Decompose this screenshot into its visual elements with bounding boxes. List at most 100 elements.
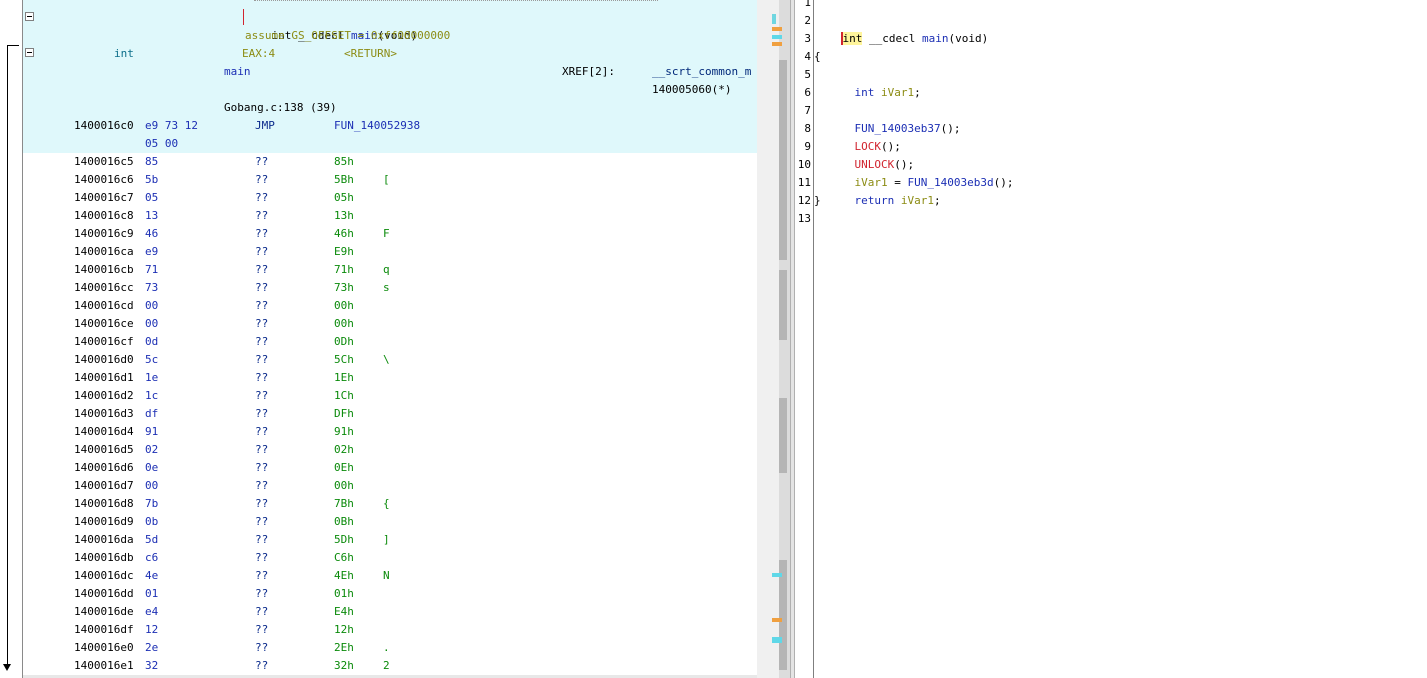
listing-row[interactable]: 1400016da 5d?? 5Dh] — [0, 531, 757, 549]
row-mnemonic: ?? — [255, 641, 269, 654]
row-address[interactable]: 1400016cd — [74, 297, 134, 315]
row-address[interactable]: 1400016c7 — [74, 189, 134, 207]
listing-row[interactable]: 1400016c8 13?? 13h — [0, 207, 757, 225]
function-signature[interactable]: int __cdecl main(void) — [245, 9, 418, 42]
function-label[interactable]: main — [224, 63, 251, 81]
listing-row[interactable]: 1400016d0 5c?? 5Ch \ — [0, 351, 757, 369]
collapse-signature-icon[interactable] — [25, 12, 34, 21]
row-byte: 01 — [145, 587, 159, 600]
jmp-address[interactable]: 1400016c0 — [74, 117, 134, 135]
listing-row[interactable]: 1400016e0 2e?? 2Eh. — [0, 639, 757, 657]
decl-variable[interactable]: iVar1 — [881, 86, 914, 99]
listing-row[interactable]: 1400016cd 00?? 00h — [0, 297, 757, 315]
listing-row[interactable]: 1400016c7 05?? 05h — [0, 189, 757, 207]
decomp-function-name[interactable]: main — [922, 32, 949, 45]
row-address[interactable]: 1400016dd — [74, 585, 134, 603]
decomp-unlock-line[interactable]: UNLOCK(); — [828, 138, 915, 171]
row-address[interactable]: 1400016e1 — [74, 657, 134, 675]
row-mnemonic: ?? — [255, 407, 269, 420]
listing-row[interactable]: 1400016df 12?? 12h — [0, 621, 757, 639]
listing-row[interactable]: 1400016de e4?? E4h — [0, 603, 757, 621]
row-value: 01h — [334, 587, 354, 600]
row-address[interactable]: 1400016d0 — [74, 351, 134, 369]
listing-row[interactable]: 1400016c9 46?? 46h F — [0, 225, 757, 243]
row-address[interactable]: 1400016db — [74, 549, 134, 567]
line-number: 10 — [797, 158, 811, 171]
listing-row[interactable]: 1400016e1 32?? 32h 2 — [0, 657, 757, 675]
row-mnemonic: ?? — [255, 533, 269, 546]
decomp-lock-line[interactable]: LOCK(); — [828, 120, 901, 153]
row-address[interactable]: 1400016cb — [74, 261, 134, 279]
decompiler-pane[interactable]: 1 2 3 4 5 6 7 8 9 10 11 12 13 int __cdecl main(void)… — [795, 0, 1427, 678]
listing-row[interactable]: 1400016d6 0e?? 0Eh — [0, 459, 757, 477]
listing-row[interactable]: 1400016c5 85?? 85h — [0, 153, 757, 171]
row-address[interactable]: 1400016c5 — [74, 153, 134, 171]
row-address[interactable]: 1400016d8 — [74, 495, 134, 513]
row-value: 2Eh — [334, 641, 354, 654]
listing-row[interactable]: 1400016ce 00?? 00h — [0, 315, 757, 333]
row-address[interactable]: 1400016df — [74, 621, 134, 639]
jmp-bytes-continued: 05 00 — [145, 137, 179, 150]
listing-row[interactable]: 1400016d2 1c?? 1Ch — [0, 387, 757, 405]
listing-pane[interactable]: int __cdecl main(void) assume GS_OFFSET … — [0, 0, 757, 678]
xref-link-1[interactable]: __scrt_common_m — [652, 63, 756, 81]
row-address[interactable]: 1400016c6 — [74, 171, 134, 189]
row-address[interactable]: 1400016d2 — [74, 387, 134, 405]
listing-row[interactable]: 1400016d1 1e?? 1Eh — [0, 369, 757, 387]
row-char: q — [383, 263, 390, 276]
row-address[interactable]: 1400016d6 — [74, 459, 134, 477]
listing-row[interactable]: 1400016db c6?? C6h — [0, 549, 757, 567]
jmp-operand[interactable]: FUN_140052938 — [334, 117, 420, 135]
overview-bar[interactable] — [757, 0, 790, 678]
row-address[interactable]: 1400016e0 — [74, 639, 134, 657]
listing-row[interactable]: 1400016d3 df?? DFh — [0, 405, 757, 423]
row-value: 05h — [334, 191, 354, 204]
decomp-return-line[interactable]: return iVar1; — [828, 174, 941, 207]
row-address[interactable]: 1400016da — [74, 531, 134, 549]
row-address[interactable]: 1400016de — [74, 603, 134, 621]
listing-row[interactable]: 1400016cb 71?? 71h q — [0, 261, 757, 279]
listing-row[interactable]: 1400016dc 4e?? 4Eh N — [0, 567, 757, 585]
listing-row[interactable]: 1400016d5 02?? 02h — [0, 441, 757, 459]
row-mnemonic: ?? — [255, 461, 269, 474]
row-address[interactable]: 1400016c8 — [74, 207, 134, 225]
row-byte: 4e — [145, 569, 159, 582]
jmp-mnemonic[interactable]: JMP — [255, 117, 275, 135]
row-address[interactable]: 1400016d4 — [74, 423, 134, 441]
return-variable[interactable]: iVar1 — [901, 194, 934, 207]
row-address[interactable]: 1400016c9 — [74, 225, 134, 243]
listing-row[interactable]: 1400016dd 01?? 01h — [0, 585, 757, 603]
row-value: DFh — [334, 407, 354, 420]
row-char: N — [383, 569, 390, 582]
row-value: 4Eh — [334, 569, 354, 582]
row-address[interactable]: 1400016d9 — [74, 513, 134, 531]
row-address[interactable]: 1400016dc — [74, 567, 134, 585]
listing-row[interactable]: 1400016d8 7b?? 7Bh { — [0, 495, 757, 513]
listing-row[interactable]: 1400016cc 73?? 73h s — [0, 279, 757, 297]
row-byte: 0e — [145, 461, 159, 474]
listing-row[interactable]: 1400016ca e9?? E9h — [0, 243, 757, 261]
return-semicolon: ; — [934, 194, 941, 207]
decl-type: int — [854, 86, 875, 99]
row-address[interactable]: 1400016d3 — [74, 405, 134, 423]
listing-row[interactable]: 1400016d9 0b?? 0Bh — [0, 513, 757, 531]
row-address[interactable]: 1400016ca — [74, 243, 134, 261]
collapse-variables-icon[interactable] — [25, 48, 34, 57]
row-address[interactable]: 1400016cc — [74, 279, 134, 297]
listing-row[interactable]: 1400016d4 91?? 91h — [0, 423, 757, 441]
listing-row[interactable]: 1400016d7 00?? 00h — [0, 477, 757, 495]
sig-int-highlight[interactable]: int — [840, 32, 863, 45]
return-name: <RETURN> — [344, 47, 397, 60]
row-address[interactable]: 1400016d1 — [74, 369, 134, 387]
decomp-signature-line[interactable]: int __cdecl main(void) — [814, 12, 988, 45]
row-address[interactable]: 1400016ce — [74, 315, 134, 333]
row-address[interactable]: 1400016d5 — [74, 441, 134, 459]
decomp-assign-line[interactable]: iVar1 = FUN_14003eb3d(); — [828, 156, 1014, 189]
xref-link-2[interactable]: 140005060(*) — [652, 81, 731, 99]
row-address[interactable]: 1400016d7 — [74, 477, 134, 495]
decomp-call-line[interactable]: FUN_14003eb37(); — [828, 102, 961, 135]
listing-row[interactable]: 1400016cf 0d?? 0Dh — [0, 333, 757, 351]
row-address[interactable]: 1400016cf — [74, 333, 134, 351]
decomp-local-decl[interactable]: int iVar1; — [828, 66, 921, 99]
listing-row[interactable]: 1400016c6 5b?? 5Bh [ — [0, 171, 757, 189]
